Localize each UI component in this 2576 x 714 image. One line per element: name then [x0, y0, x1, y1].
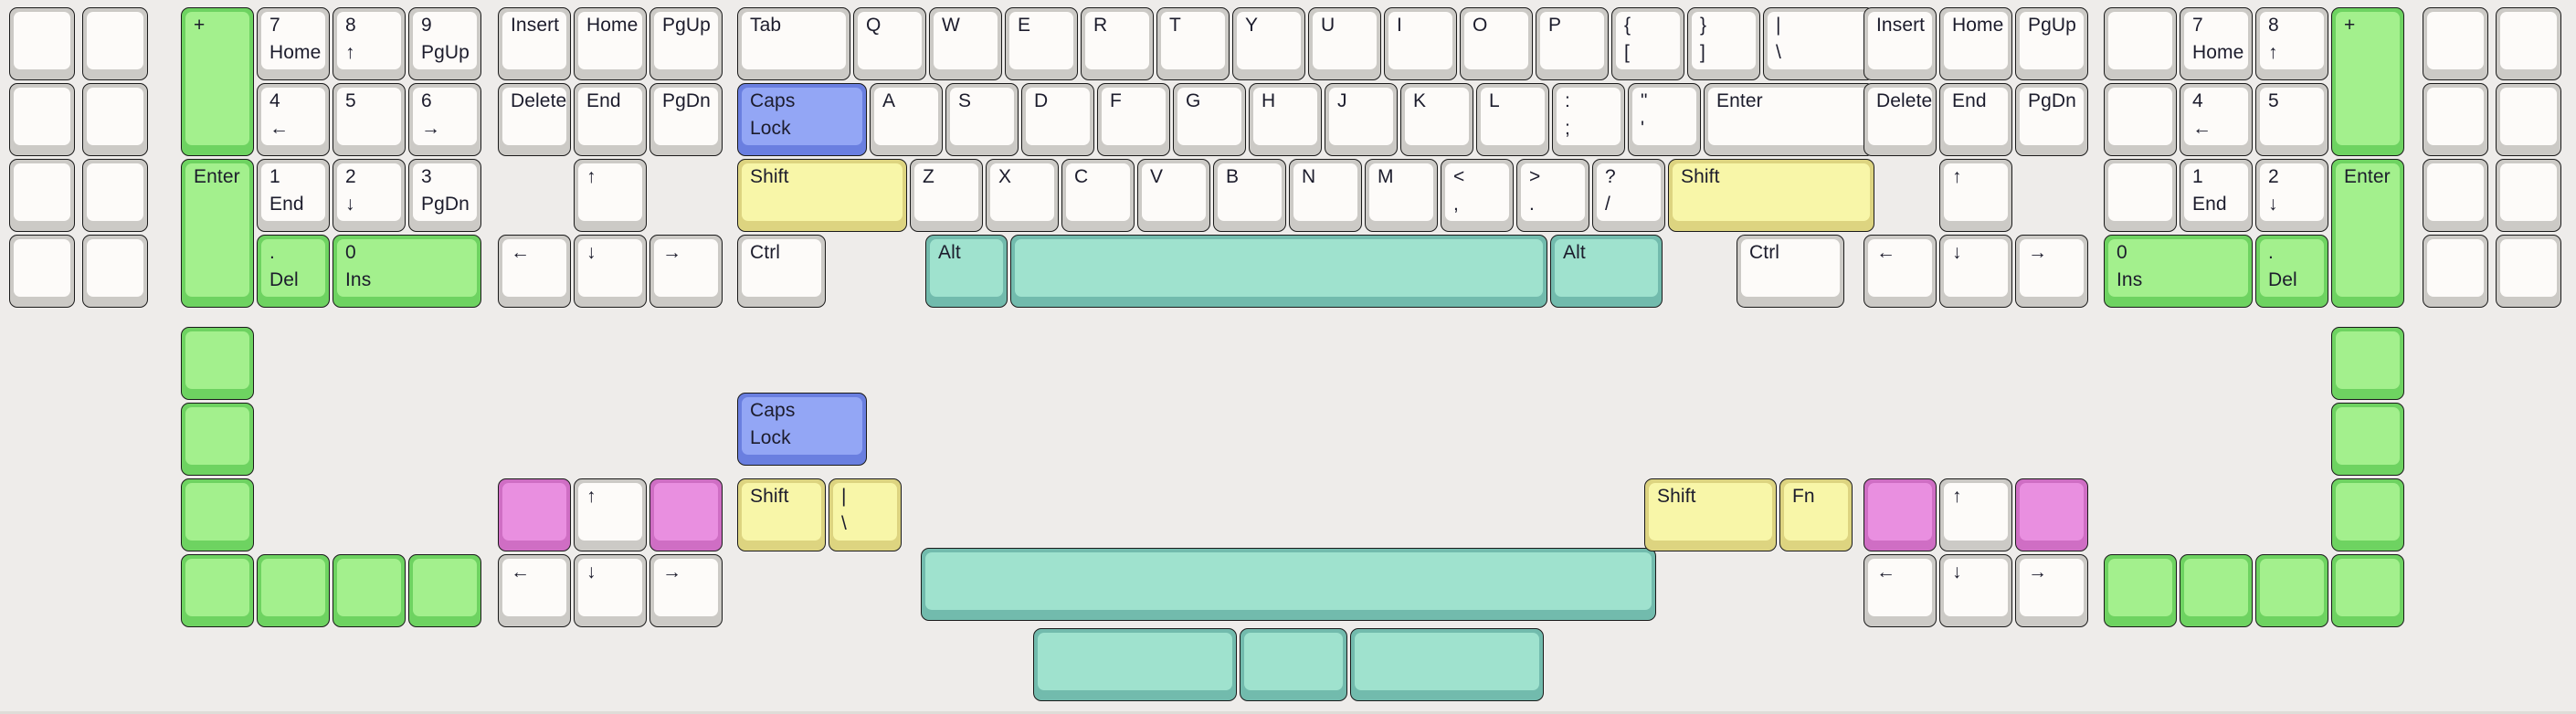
key-lg-4[interactable] — [181, 554, 254, 627]
keycap-surface — [502, 483, 566, 541]
keycap-surface — [2336, 407, 2400, 465]
key-la-pink-r[interactable] — [649, 478, 723, 551]
keycap-surface — [2184, 559, 2248, 616]
keycap-surface — [2108, 559, 2172, 616]
keycap-surface — [2336, 559, 2400, 616]
keycap-surface: → — [2020, 559, 2084, 616]
key-lth-2[interactable] — [1240, 628, 1347, 701]
key-rg-5[interactable] — [2104, 554, 2177, 627]
key-ra-up[interactable]: ↑ — [1939, 478, 2012, 551]
key-ra-down[interactable]: ↓ — [1939, 554, 2012, 627]
key-lth-space[interactable] — [921, 548, 1656, 621]
key-rg-1[interactable] — [2331, 327, 2404, 400]
key-la-down[interactable]: ↓ — [574, 554, 647, 627]
keycap-surface — [185, 483, 249, 541]
key-lg-3[interactable] — [181, 478, 254, 551]
keycap-surface — [2020, 483, 2084, 541]
keycap-surface — [1355, 633, 1539, 690]
keycap-surface: → — [654, 559, 718, 616]
key-rg-7[interactable] — [2255, 554, 2328, 627]
lower-keyboard: ↑ ← ↓ → Caps Lock Shift | \ Shift Fn ↑ ← ↓ → — [0, 0, 2576, 714]
key-la-left[interactable]: ← — [498, 554, 571, 627]
keycap-surface — [337, 559, 401, 616]
keycap-surface — [654, 483, 718, 541]
keycap-surface: ↓ — [1944, 559, 2008, 616]
keycap-surface: Shift — [742, 483, 821, 541]
keycap-surface — [261, 559, 325, 616]
key-legend-primary: Shift — [1657, 486, 1696, 507]
keycap-surface — [2260, 559, 2324, 616]
key-lg-1[interactable] — [181, 327, 254, 400]
key-ra-pink-l[interactable] — [1863, 478, 1937, 551]
key-lmod-shift[interactable]: Shift — [737, 478, 826, 551]
key-legend-primary: ↓ — [1952, 562, 1962, 583]
key-legend-primary: ↓ — [586, 562, 596, 583]
key-rg-6[interactable] — [2180, 554, 2253, 627]
keycap-surface — [1038, 633, 1232, 690]
key-legend-primary: | — [841, 486, 847, 507]
keycap-surface: ↓ — [578, 559, 642, 616]
key-la-pink-l[interactable] — [498, 478, 571, 551]
key-lg-7[interactable] — [408, 554, 481, 627]
key-legend-primary: ← — [511, 562, 531, 583]
keycap-surface: ← — [1868, 559, 1932, 616]
key-lmod-capslock[interactable]: Caps Lock — [737, 393, 867, 466]
key-ra-pink-r[interactable] — [2015, 478, 2088, 551]
key-legend-primary: Shift — [750, 486, 789, 507]
key-la-up[interactable]: ↑ — [574, 478, 647, 551]
key-legend-secondary: \ — [841, 513, 847, 534]
keycap-surface — [413, 559, 477, 616]
keycap-surface — [925, 552, 1652, 610]
keycap-surface: Fn — [1784, 483, 1848, 541]
key-legend-secondary: Lock — [750, 427, 791, 448]
key-lg-6[interactable] — [333, 554, 406, 627]
key-legend-primary: ↑ — [1952, 486, 1962, 507]
key-legend-primary: Fn — [1792, 486, 1815, 507]
keycap-surface: ↑ — [578, 483, 642, 541]
keycap-surface — [185, 331, 249, 389]
keycap-surface: Shift — [1649, 483, 1772, 541]
key-legend-primary: Caps — [750, 400, 796, 421]
keycap-surface — [2336, 483, 2400, 541]
key-la-right[interactable]: → — [649, 554, 723, 627]
key-rmod-fn[interactable]: Fn — [1779, 478, 1853, 551]
key-legend-primary: → — [2028, 562, 2048, 583]
keycap-surface — [1244, 633, 1343, 690]
key-lth-3[interactable] — [1350, 628, 1544, 701]
keycap-surface: ← — [502, 559, 566, 616]
keyboard-layout-canvas: + Enter 7 Home 8 ↑ 9 PgUp 4 ← 5 6 → 1 End 2 ↓ 3 PgDn. Del 0 I… — [0, 0, 2576, 714]
keycap-surface: | \ — [833, 483, 897, 541]
key-legend-primary: ← — [1876, 562, 1896, 583]
keycap-surface — [185, 559, 249, 616]
key-legend-primary: ↑ — [586, 486, 596, 507]
keycap-surface — [1868, 483, 1932, 541]
key-lg-5[interactable] — [257, 554, 330, 627]
key-lmod-backslash[interactable]: | \ — [829, 478, 902, 551]
key-rg-4[interactable] — [2331, 554, 2404, 627]
key-rg-3[interactable] — [2331, 478, 2404, 551]
key-lth-1[interactable] — [1033, 628, 1237, 701]
key-ra-right[interactable]: → — [2015, 554, 2088, 627]
keycap-surface — [185, 407, 249, 465]
key-ra-left[interactable]: ← — [1863, 554, 1937, 627]
keycap-surface: ↑ — [1944, 483, 2008, 541]
key-rg-2[interactable] — [2331, 403, 2404, 476]
keycap-surface — [2336, 331, 2400, 389]
key-rmod-shift[interactable]: Shift — [1644, 478, 1777, 551]
key-legend-primary: → — [662, 562, 682, 583]
key-lg-2[interactable] — [181, 403, 254, 476]
keycap-surface: Caps Lock — [742, 397, 862, 455]
